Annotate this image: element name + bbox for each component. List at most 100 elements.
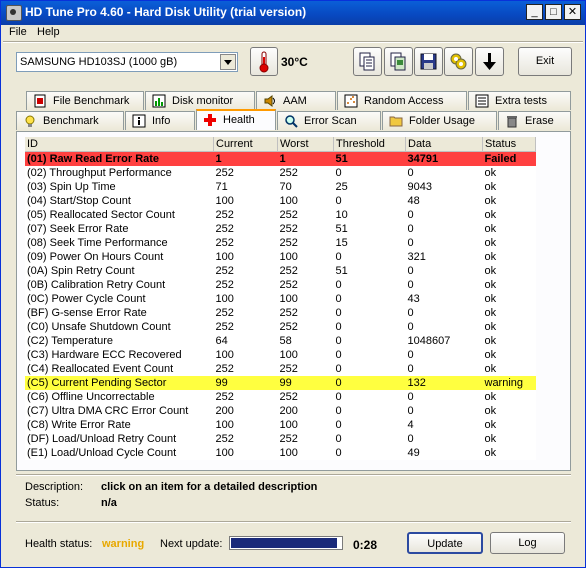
table-row[interactable]: (C4) Reallocated Event Count 252 252 0 0 ok [25, 362, 536, 376]
cell-status: ok [482, 390, 536, 404]
menu-file[interactable]: File [9, 26, 27, 38]
table-row[interactable]: (DF) Load/Unload Retry Count 252 252 0 0 ok [25, 432, 536, 446]
cell-worst: 252 [277, 278, 334, 292]
file-icon [34, 94, 46, 108]
cell-id: (C0) Unsafe Shutdown Count [25, 320, 214, 334]
save-button[interactable] [414, 47, 443, 76]
cell-threshold: 0 [333, 432, 406, 446]
cell-id: (0A) Spin Retry Count [25, 264, 214, 278]
cell-current: 252 [213, 236, 278, 250]
tab-erase[interactable]: Erase [498, 111, 571, 130]
cell-threshold: 0 [333, 446, 406, 460]
options-button[interactable] [444, 47, 473, 76]
cell-current: 252 [213, 264, 278, 278]
cell-data: 0 [405, 320, 483, 334]
copy-text-button[interactable] [353, 47, 382, 76]
tab-error-scan[interactable]: Error Scan [277, 111, 381, 130]
column-header-current[interactable]: Current [213, 137, 278, 152]
tab-health[interactable]: Health [196, 109, 276, 130]
update-button[interactable]: Update [407, 532, 483, 554]
close-button[interactable]: ✕ [564, 4, 581, 20]
column-header-threshold[interactable]: Threshold [333, 137, 406, 152]
column-header-status[interactable]: Status [482, 137, 536, 152]
cell-status: ok [482, 236, 536, 250]
menu-help[interactable]: Help [37, 26, 60, 38]
table-row[interactable]: (C0) Unsafe Shutdown Count 252 252 0 0 ok [25, 320, 536, 334]
table-row[interactable]: (C2) Temperature 64 58 0 1048607 ok [25, 334, 536, 348]
clipboard-icon [390, 52, 406, 71]
cell-id: (03) Spin Up Time [25, 180, 214, 194]
table-row[interactable]: (0C) Power Cycle Count 100 100 0 43 ok [25, 292, 536, 306]
drive-select[interactable]: SAMSUNG HD103SJ (1000 gB) [16, 52, 238, 72]
table-row[interactable]: (C5) Current Pending Sector 99 99 0 132 warni… [25, 376, 536, 390]
cell-id: (C4) Reallocated Event Count [25, 362, 214, 376]
tab-info[interactable]: Info [125, 111, 195, 130]
description-label: Description: [25, 481, 84, 493]
cell-threshold: 51 [333, 222, 406, 236]
cell-current: 252 [213, 390, 278, 404]
table-row[interactable]: (0A) Spin Retry Count 252 252 51 0 ok [25, 264, 536, 278]
cell-current: 252 [213, 320, 278, 334]
table-row[interactable]: (C7) Ultra DMA CRC Error Count 200 200 0 0 ok [25, 404, 536, 418]
column-header-id[interactable]: ID [25, 137, 214, 152]
table-row[interactable]: (09) Power On Hours Count 100 100 0 321 ok [25, 250, 536, 264]
cell-threshold: 0 [333, 376, 406, 390]
tab-file-benchmark[interactable]: File Benchmark [26, 91, 144, 110]
cell-worst: 252 [277, 390, 334, 404]
maximize-button[interactable]: □ [545, 4, 562, 20]
table-row[interactable]: (E1) Load/Unload Cycle Count 100 100 0 49 ok [25, 446, 536, 460]
table-row[interactable]: (01) Raw Read Error Rate 1 1 51 34791 Failed [25, 151, 536, 166]
cell-threshold: 0 [333, 404, 406, 418]
column-header-worst[interactable]: Worst [277, 137, 334, 152]
cell-status: ok [482, 404, 536, 418]
tab-folder-usage[interactable]: Folder Usage [382, 111, 497, 130]
cell-current: 100 [213, 348, 278, 362]
table-row[interactable]: (08) Seek Time Performance 252 252 15 0 ok [25, 236, 536, 250]
tab-extra-tests[interactable]: Extra tests [468, 91, 571, 110]
cell-worst: 100 [277, 292, 334, 306]
checklist-icon [475, 94, 489, 108]
exit-button[interactable]: Exit [518, 47, 572, 76]
cell-id: (0C) Power Cycle Count [25, 292, 214, 306]
copy-screenshot-button[interactable] [384, 47, 413, 76]
temperature-button[interactable] [250, 47, 278, 76]
cell-status: ok [482, 320, 536, 334]
table-row[interactable]: (07) Seek Error Rate 252 252 51 0 ok [25, 222, 536, 236]
tab-benchmark[interactable]: Benchmark [16, 111, 124, 130]
table-row[interactable]: (C6) Offline Uncorrectable 252 252 0 0 ok [25, 390, 536, 404]
cell-status: ok [482, 334, 536, 348]
cell-id: (C7) Ultra DMA CRC Error Count [25, 404, 214, 418]
cell-current: 252 [213, 306, 278, 320]
cell-threshold: 0 [333, 320, 406, 334]
column-header-data[interactable]: Data [405, 137, 483, 152]
tab-random-access[interactable]: Random Access [337, 91, 467, 110]
cell-id: (E1) Load/Unload Cycle Count [25, 446, 214, 460]
cell-current: 100 [213, 250, 278, 264]
table-row[interactable]: (03) Spin Up Time 71 70 25 9043 ok [25, 180, 536, 194]
cell-threshold: 0 [333, 390, 406, 404]
cell-current: 252 [213, 432, 278, 446]
table-row[interactable]: (C3) Hardware ECC Recovered 100 100 0 0 ok [25, 348, 536, 362]
download-button[interactable] [475, 47, 504, 76]
cell-threshold: 25 [333, 180, 406, 194]
cell-data: 0 [405, 432, 483, 446]
cell-current: 100 [213, 292, 278, 306]
minimize-button[interactable]: _ [526, 4, 543, 20]
chevron-down-icon[interactable] [220, 54, 236, 70]
cell-threshold: 0 [333, 250, 406, 264]
log-button[interactable]: Log [490, 532, 565, 554]
cell-status: ok [482, 264, 536, 278]
title-bar: HD Tune Pro 4.60 - Hard Disk Utility (tr… [1, 1, 585, 25]
table-row[interactable]: (04) Start/Stop Count 100 100 0 48 ok [25, 194, 536, 208]
table-row[interactable]: (02) Throughput Performance 252 252 0 0 ok [25, 166, 536, 180]
tab-aam[interactable]: AAM [256, 91, 336, 110]
cell-current: 99 [213, 376, 278, 390]
table-row[interactable]: (C8) Write Error Rate 100 100 0 4 ok [25, 418, 536, 432]
tab-disk-monitor[interactable]: Disk monitor [145, 91, 255, 110]
cell-worst: 100 [277, 250, 334, 264]
table-row[interactable]: (0B) Calibration Retry Count 252 252 0 0 ok [25, 278, 536, 292]
table-row[interactable]: (05) Reallocated Sector Count 252 252 10 0 ok [25, 208, 536, 222]
cell-worst: 100 [277, 446, 334, 460]
cell-threshold: 0 [333, 166, 406, 180]
table-row[interactable]: (BF) G-sense Error Rate 252 252 0 0 ok [25, 306, 536, 320]
